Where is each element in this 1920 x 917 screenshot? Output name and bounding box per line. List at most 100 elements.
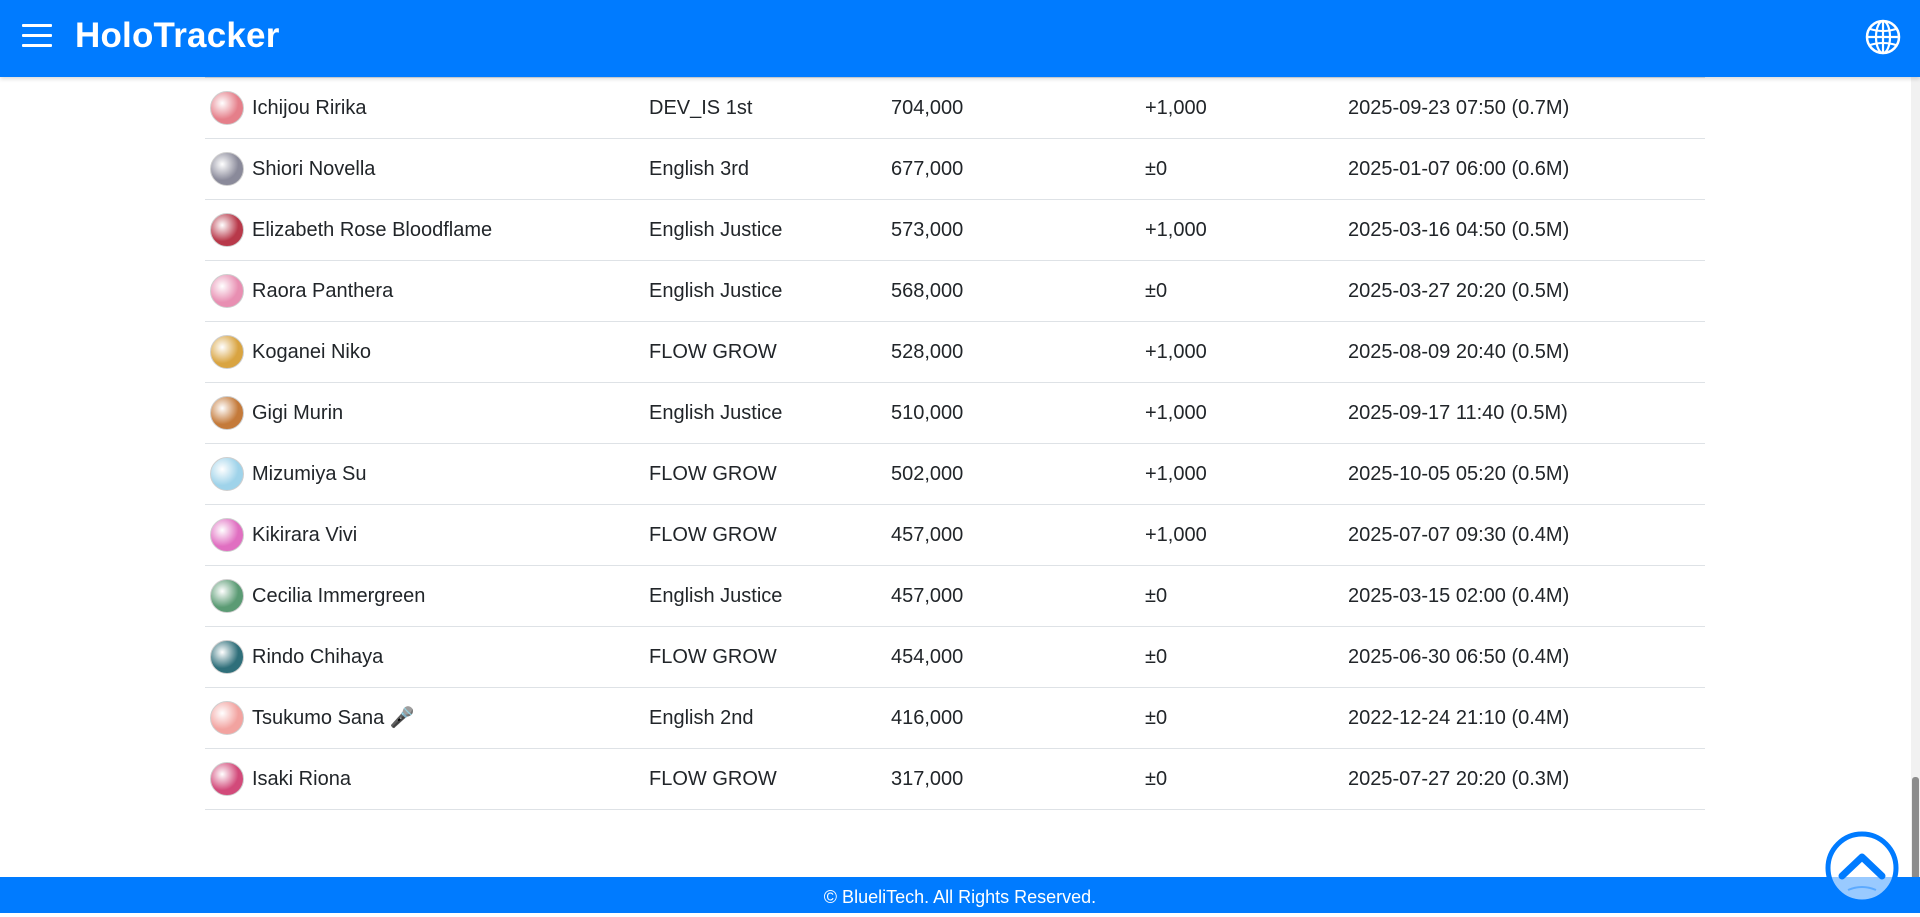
back-to-top-button[interactable] <box>1824 830 1900 906</box>
avatar <box>210 579 244 613</box>
talent-name-cell[interactable]: Cecilia Immergreen <box>210 566 425 626</box>
talent-name[interactable]: Koganei Niko <box>252 322 371 382</box>
table-row: Gigi Murin English Justice 510,000 +1,000 20… <box>205 383 1705 444</box>
avatar <box>210 640 244 674</box>
top-navbar: HoloTracker <box>0 0 1920 77</box>
talent-name-cell[interactable]: Tsukumo Sana 🎤 <box>210 688 415 748</box>
subscriber-change: ±0 <box>1145 707 1168 729</box>
avatar <box>210 91 244 125</box>
talent-name[interactable]: Raora Panthera <box>252 261 393 321</box>
subscriber-count: 573,000 <box>891 219 964 241</box>
milestone-date: 2025-01-07 06:00 (0.6M) <box>1348 158 1570 180</box>
avatar <box>210 335 244 369</box>
talent-name-cell[interactable]: Koganei Niko <box>210 322 371 382</box>
milestone-date: 2025-09-17 11:40 (0.5M) <box>1348 402 1568 424</box>
table-row: Tsukumo Sana 🎤 English 2nd 416,000 ±0 2022-1… <box>205 688 1705 749</box>
subscriber-change: ±0 <box>1145 768 1168 790</box>
milestone-date: 2025-10-05 05:20 (0.5M) <box>1348 463 1570 485</box>
subscriber-change: +1,000 <box>1145 219 1207 241</box>
talent-name[interactable]: Kikirara Vivi <box>252 505 357 565</box>
subscriber-count: 457,000 <box>891 585 964 607</box>
talent-name[interactable]: Tsukumo Sana 🎤 <box>252 688 415 748</box>
globe-icon[interactable] <box>1864 18 1902 56</box>
branch-cell: FLOW GROW <box>649 646 777 668</box>
subscriber-count: 568,000 <box>891 280 964 302</box>
table-row: Cecilia Immergreen English Justice 457,000… <box>205 566 1705 627</box>
avatar <box>210 457 244 491</box>
talent-name[interactable]: Shiori Novella <box>252 139 375 199</box>
talent-name-cell[interactable]: Mizumiya Su <box>210 444 366 504</box>
talent-name-cell[interactable]: Raora Panthera <box>210 261 393 321</box>
avatar <box>210 274 244 308</box>
milestone-date: 2025-03-16 04:50 (0.5M) <box>1348 219 1570 241</box>
table-row: Mizumiya Su FLOW GROW 502,000 +1,000 2025-10… <box>205 444 1705 505</box>
subscriber-count: 416,000 <box>891 707 964 729</box>
table-row: Kikirara Vivi FLOW GROW 457,000 +1,000 2025-… <box>205 505 1705 566</box>
avatar <box>210 701 244 735</box>
branch-cell: English 2nd <box>649 707 754 729</box>
avatar <box>210 213 244 247</box>
branch-cell: English Justice <box>649 219 783 241</box>
subscriber-change: ±0 <box>1145 280 1168 302</box>
subscriber-count: 528,000 <box>891 341 964 363</box>
hamburger-menu-icon[interactable] <box>22 22 52 50</box>
footer-copyright: © BlueliTech. All Rights Reserved. <box>823 887 1097 907</box>
table-row: Raora Panthera English Justice 568,000 ±0 20… <box>205 261 1705 322</box>
milestone-date: 2025-09-23 07:50 (0.7M) <box>1348 97 1570 119</box>
subscriber-change: ±0 <box>1145 585 1168 607</box>
page-scrollbar[interactable] <box>1911 77 1920 913</box>
branch-cell: FLOW GROW <box>649 768 777 790</box>
branch-cell: DEV_IS 1st <box>649 97 753 119</box>
branch-cell: English Justice <box>649 585 783 607</box>
chevron-up-icon <box>1825 831 1899 905</box>
avatar <box>210 518 244 552</box>
branch-cell: FLOW GROW <box>649 341 777 363</box>
subscriber-change: ±0 <box>1145 646 1168 668</box>
table-row: Isaki Riona FLOW GROW 317,000 ±0 2025-07-27 … <box>205 749 1705 810</box>
talent-name[interactable]: Rindo Chihaya <box>252 627 383 687</box>
talent-name[interactable]: Elizabeth Rose Bloodflame <box>252 200 492 260</box>
talent-name-cell[interactable]: Gigi Murin <box>210 383 343 443</box>
table-row: Elizabeth Rose Bloodflame English Justice… <box>205 200 1705 261</box>
talent-name[interactable]: Isaki Riona <box>252 749 351 809</box>
talent-name-cell[interactable]: Rindo Chihaya <box>210 627 383 687</box>
talent-table: Ichijou Ririka DEV_IS 1st 704,000 +1,000 202… <box>205 77 1705 810</box>
subscriber-change: +1,000 <box>1145 97 1207 119</box>
subscriber-count: 454,000 <box>891 646 964 668</box>
branch-cell: FLOW GROW <box>649 463 777 485</box>
subscriber-change: +1,000 <box>1145 463 1207 485</box>
table-row: Koganei Niko FLOW GROW 528,000 +1,000 2025-0… <box>205 322 1705 383</box>
subscriber-change: +1,000 <box>1145 402 1207 424</box>
milestone-date: 2022-12-24 21:10 (0.4M) <box>1348 707 1570 729</box>
talent-name[interactable]: Cecilia Immergreen <box>252 566 425 626</box>
avatar <box>210 152 244 186</box>
table-body: Ichijou Ririka DEV_IS 1st 704,000 +1,000 202… <box>205 78 1705 810</box>
talent-name-cell[interactable]: Ichijou Ririka <box>210 78 366 138</box>
milestone-date: 2025-03-15 02:00 (0.4M) <box>1348 585 1570 607</box>
subscriber-change: +1,000 <box>1145 524 1207 546</box>
talent-name-cell[interactable]: Kikirara Vivi <box>210 505 357 565</box>
talent-name[interactable]: Ichijou Ririka <box>252 78 366 138</box>
subscriber-count: 510,000 <box>891 402 964 424</box>
talent-name[interactable]: Mizumiya Su <box>252 444 366 504</box>
talent-name-cell[interactable]: Isaki Riona <box>210 749 351 809</box>
subscriber-count: 502,000 <box>891 463 964 485</box>
talent-name[interactable]: Gigi Murin <box>252 383 343 443</box>
talent-name-cell[interactable]: Shiori Novella <box>210 139 375 199</box>
subscriber-count: 317,000 <box>891 768 964 790</box>
milestone-date: 2025-08-09 20:40 (0.5M) <box>1348 341 1570 363</box>
avatar <box>210 396 244 430</box>
subscriber-count: 457,000 <box>891 524 964 546</box>
page-footer: © BlueliTech. All Rights Reserved. <box>0 877 1920 913</box>
branch-cell: English Justice <box>649 280 783 302</box>
table-row: Shiori Novella English 3rd 677,000 ±0 2025-0… <box>205 139 1705 200</box>
brand-title[interactable]: HoloTracker <box>75 16 280 56</box>
milestone-date: 2025-07-27 20:20 (0.3M) <box>1348 768 1570 790</box>
avatar <box>210 762 244 796</box>
table-row: Rindo Chihaya FLOW GROW 454,000 ±0 2025-06-3… <box>205 627 1705 688</box>
talent-name-cell[interactable]: Elizabeth Rose Bloodflame <box>210 200 492 260</box>
subscriber-change: +1,000 <box>1145 341 1207 363</box>
subscriber-count: 704,000 <box>891 97 964 119</box>
table-row: Ichijou Ririka DEV_IS 1st 704,000 +1,000 202… <box>205 78 1705 139</box>
milestone-date: 2025-03-27 20:20 (0.5M) <box>1348 280 1570 302</box>
